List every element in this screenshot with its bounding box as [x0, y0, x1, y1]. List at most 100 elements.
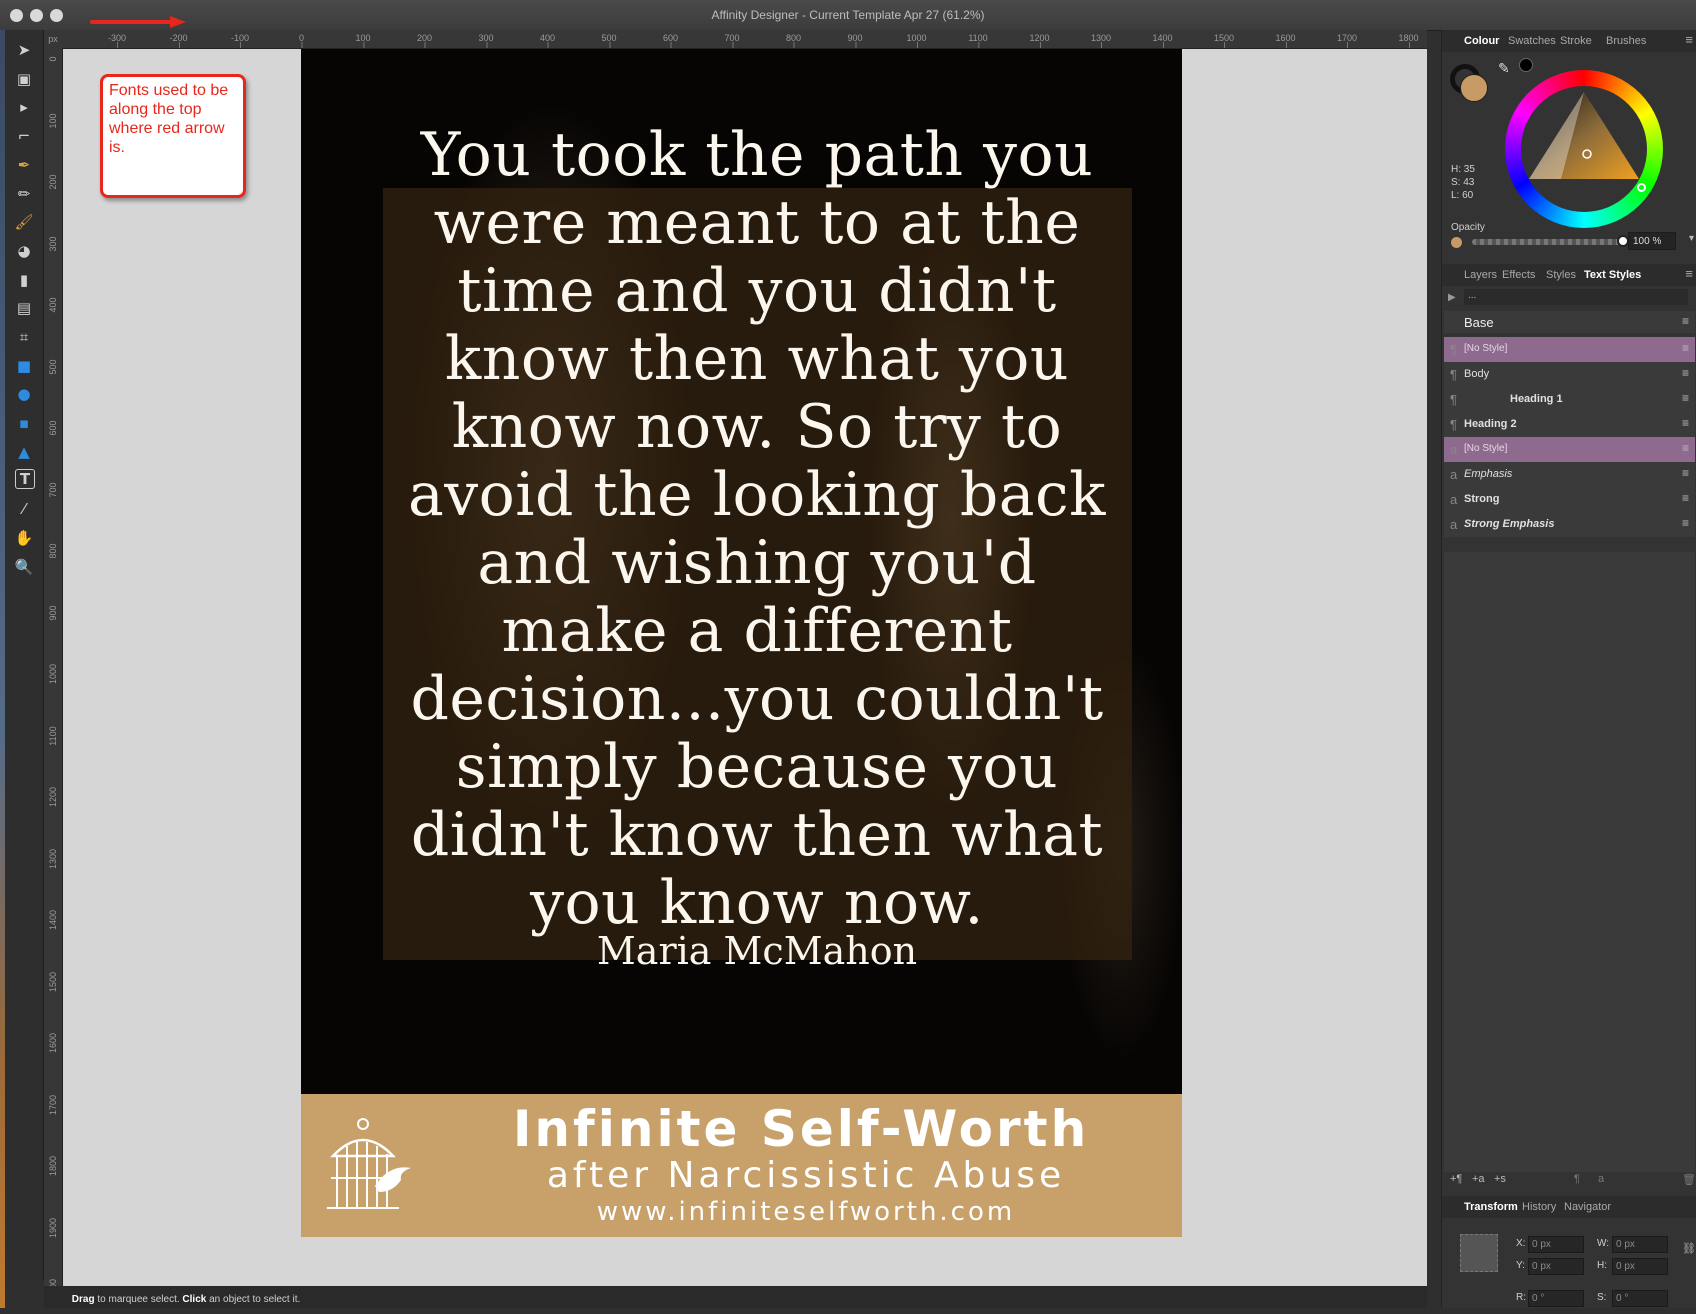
text-style-item[interactable]: ¶ Heading 1 ≡ [1444, 387, 1695, 412]
text-style-item[interactable]: a Strong ≡ [1444, 487, 1695, 512]
ruler-tick-label: 400 [540, 30, 555, 48]
ruler-tick-label: 0 [299, 30, 304, 48]
tools-panel: ➤ ▣ ▸ ⌐ ✒ ✏ 🖌 ◕ ▮ ▤ ⌗ ■ ● ▪ ▲ T ⁄ ✋ 🔍 [5, 30, 44, 1280]
tab-transform[interactable]: Transform [1464, 1201, 1518, 1213]
recent-black-swatch[interactable] [1519, 58, 1533, 72]
style-menu-icon[interactable]: ≡ [1682, 441, 1689, 455]
corner-tool-icon[interactable]: ⌐ [12, 124, 36, 148]
style-menu-icon[interactable]: ≡ [1682, 416, 1689, 430]
ruler-tick-label: 1900 [48, 1217, 58, 1238]
tab-history[interactable]: History [1522, 1201, 1556, 1213]
tab-layers[interactable]: Layers [1464, 269, 1497, 281]
text-style-item[interactable]: ¶ Body ≡ [1444, 362, 1695, 387]
add-paragraph-style-icon[interactable]: +¶ [1450, 1173, 1462, 1185]
quote-text[interactable]: You took the path you were meant to at t… [387, 121, 1127, 937]
ruler-tick-label: -300 [108, 30, 126, 48]
rounded-rect-tool-icon[interactable]: ▪ [12, 411, 36, 435]
lock-aspect-icon[interactable]: ⛓ [1682, 1242, 1696, 1255]
pen-tool-icon[interactable]: ✒ [12, 153, 36, 177]
triangle-tool-icon[interactable]: ▲ [12, 440, 36, 464]
text-style-item[interactable]: a Emphasis ≡ [1444, 462, 1695, 487]
text-style-item[interactable]: ¶ Heading 2 ≡ [1444, 412, 1695, 437]
y-field[interactable]: 0 px [1528, 1258, 1584, 1275]
colour-wheel[interactable] [1505, 70, 1663, 228]
quote-author[interactable]: Maria McMahon [387, 929, 1127, 973]
colour-tabs: Colour Swatches Stroke Brushes ≡ [1442, 30, 1696, 52]
move-tool-icon[interactable]: ➤ [12, 38, 36, 62]
node-tool-icon[interactable]: ▸ [12, 95, 36, 119]
hand-tool-icon[interactable]: ✋ [12, 526, 36, 550]
play-icon[interactable]: ▶ [1448, 292, 1456, 303]
fill-tool-icon[interactable]: ◕ [12, 239, 36, 263]
opacity-slider[interactable] [1472, 239, 1622, 245]
panel-menu-icon[interactable]: ≡ [1685, 32, 1693, 47]
document-artboard[interactable]: You took the path you were meant to at t… [301, 49, 1182, 1237]
panel-menu-icon[interactable]: ≡ [1685, 266, 1693, 281]
character-clear-icon[interactable]: a [1598, 1173, 1604, 1185]
character-style-icon: a [1450, 517, 1458, 532]
style-menu-icon[interactable]: ≡ [1682, 366, 1689, 380]
ruler-tick-label: -100 [231, 30, 249, 48]
ellipse-tool-icon[interactable]: ● [12, 382, 36, 406]
hue-handle[interactable] [1637, 183, 1646, 192]
style-menu-icon[interactable]: ≡ [1682, 516, 1689, 530]
w-label: W: [1597, 1238, 1610, 1249]
style-menu-icon[interactable]: ≡ [1682, 391, 1689, 405]
ruler-tick-label: 600 [48, 420, 58, 436]
opacity-input[interactable]: 100 % [1628, 232, 1676, 250]
ruler-unit[interactable]: px [44, 30, 62, 48]
annotation-text: Fonts used to be along the top where red… [109, 82, 229, 156]
x-field[interactable]: 0 px [1528, 1236, 1584, 1253]
status-drag-hint: Drag [71, 1294, 95, 1305]
ruler-horizontal[interactable]: -300 -200 -100 0 100 200 300 400 500 600 700 800 900… [62, 30, 1427, 49]
h-label: H: [1597, 1260, 1607, 1271]
place-image-icon[interactable]: ▤ [12, 296, 36, 320]
w-field[interactable]: 0 px [1612, 1236, 1668, 1253]
rotation-field[interactable]: 0 ° [1528, 1290, 1584, 1307]
rectangle-tool-icon[interactable]: ■ [12, 354, 36, 378]
text-style-item[interactable]: a [No Style] ≡ [1444, 437, 1695, 462]
anchor-selector[interactable] [1460, 1234, 1498, 1272]
tab-stroke[interactable]: Stroke [1560, 35, 1592, 47]
style-group-base[interactable]: Base ≡ [1444, 311, 1695, 333]
tab-effects[interactable]: Effects [1502, 269, 1535, 281]
text-style-item[interactable]: ¶ [No Style] ≡ [1444, 337, 1695, 362]
colour-triangle[interactable] [1521, 86, 1647, 212]
text-tool-icon[interactable]: T [15, 468, 35, 489]
style-menu-icon[interactable]: ≡ [1682, 341, 1689, 355]
shear-field[interactable]: 0 ° [1612, 1290, 1668, 1307]
tab-text-styles[interactable]: Text Styles [1584, 269, 1641, 281]
color-picker-icon[interactable]: ⁄ [12, 497, 36, 521]
add-character-style-icon[interactable]: +a [1472, 1173, 1485, 1185]
brand-banner[interactable]: Infinite Self-Worth after Narcissistic A… [301, 1094, 1182, 1237]
text-style-item[interactable]: a Strong Emphasis ≡ [1444, 512, 1695, 537]
style-menu-icon[interactable]: ≡ [1682, 491, 1689, 505]
tab-swatches[interactable]: Swatches [1508, 35, 1556, 47]
tab-colour[interactable]: Colour [1464, 35, 1499, 47]
ruler-tick-label: 1000 [906, 30, 927, 48]
style-group-label: Base [1464, 315, 1494, 330]
tab-styles[interactable]: Styles [1546, 269, 1576, 281]
h-field[interactable]: 0 px [1612, 1258, 1668, 1275]
style-list-empty-area [1444, 552, 1695, 1172]
transparency-tool-icon[interactable]: ▮ [12, 268, 36, 292]
chevron-down-icon[interactable]: ▾ [1689, 233, 1694, 244]
fill-swatch[interactable] [1460, 74, 1488, 102]
eyedropper-icon[interactable]: ✎ [1498, 60, 1510, 77]
vector-brush-icon[interactable]: 🖌 [12, 210, 36, 234]
ruler-tick-label: 900 [847, 30, 863, 48]
style-filter[interactable]: ... [1464, 289, 1688, 305]
tab-brushes[interactable]: Brushes [1606, 35, 1646, 47]
paragraph-clear-icon[interactable]: ¶ [1574, 1173, 1580, 1185]
add-style-group-icon[interactable]: +s [1494, 1173, 1506, 1185]
artboard-tool-icon[interactable]: ▣ [12, 67, 36, 91]
crop-tool-icon[interactable]: ⌗ [12, 325, 36, 349]
style-menu-icon[interactable]: ≡ [1682, 466, 1689, 480]
tab-navigator[interactable]: Navigator [1564, 1201, 1611, 1213]
ruler-tick-label: 1000 [48, 663, 58, 685]
trash-icon[interactable]: 🗑 [1682, 1173, 1696, 1186]
pencil-tool-icon[interactable]: ✏ [12, 182, 36, 206]
zoom-tool-icon[interactable]: 🔍 [12, 555, 36, 579]
ruler-vertical[interactable]: 0 100 200 300 400 500 600 700 800 900 1000 1100 1200… [44, 48, 63, 1286]
group-menu-icon[interactable]: ≡ [1682, 314, 1689, 328]
